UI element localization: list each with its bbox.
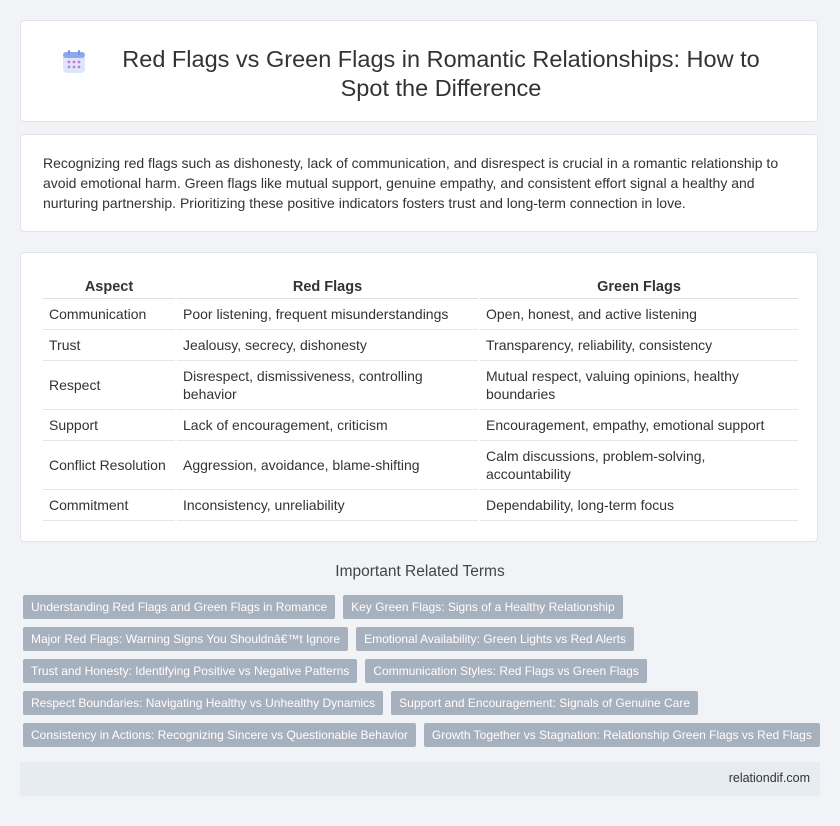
footer-site-link[interactable]: relationdif.com <box>729 771 810 785</box>
green-flag-cell: Transparency, reliability, consistency <box>478 329 798 361</box>
table-row: Respect Disrespect, dismissiveness, cont… <box>43 360 798 410</box>
header-green-flags: Green Flags <box>478 275 798 299</box>
header-aspect: Aspect <box>43 275 176 299</box>
table-row: Commitment Inconsistency, unreliability … <box>43 489 798 521</box>
footer: relationdif.com <box>20 762 820 796</box>
red-flag-cell: Jealousy, secrecy, dishonesty <box>175 329 479 361</box>
related-terms-list: Understanding Red Flags and Green Flags … <box>23 595 823 755</box>
table-row: Support Lack of encouragement, criticism… <box>43 409 798 441</box>
green-flag-cell: Open, honest, and active listening <box>478 298 798 330</box>
aspect-cell: Conflict Resolution <box>43 440 176 490</box>
table-row: Communication Poor listening, frequent m… <box>43 298 798 330</box>
aspect-cell: Commitment <box>43 489 176 521</box>
related-term-link[interactable]: Growth Together vs Stagnation: Relations… <box>423 723 820 747</box>
green-flag-cell: Encouragement, empathy, emotional suppor… <box>478 409 798 441</box>
related-term-link[interactable]: Respect Boundaries: Navigating Healthy v… <box>23 691 384 715</box>
related-term-link[interactable]: Understanding Red Flags and Green Flags … <box>23 595 336 619</box>
comparison-table: Aspect Red Flags Green Flags Communicati… <box>43 275 798 521</box>
table-row: Trust Jealousy, secrecy, dishonesty Tran… <box>43 329 798 361</box>
green-flag-cell: Dependability, long-term focus <box>478 489 798 521</box>
calendar-icon <box>63 50 85 73</box>
related-terms-title: Important Related Terms <box>335 563 505 580</box>
red-flag-cell: Inconsistency, unreliability <box>175 489 479 521</box>
related-term-link[interactable]: Support and Encouragement: Signals of Ge… <box>391 691 699 715</box>
comparison-card: Aspect Red Flags Green Flags Communicati… <box>20 252 818 542</box>
tag-row: Major Red Flags: Warning Signs You Shoul… <box>23 627 823 651</box>
green-flag-cell: Mutual respect, valuing opinions, health… <box>478 360 798 410</box>
related-term-link[interactable]: Trust and Honesty: Identifying Positive … <box>23 659 358 683</box>
red-flag-cell: Aggression, avoidance, blame-shifting <box>175 440 479 490</box>
green-flag-cell: Calm discussions, problem-solving, accou… <box>478 440 798 490</box>
red-flag-cell: Poor listening, frequent misunderstandin… <box>175 298 479 330</box>
aspect-cell: Communication <box>43 298 176 330</box>
tag-row: Respect Boundaries: Navigating Healthy v… <box>23 691 823 715</box>
red-flag-cell: Disrespect, dismissiveness, controlling … <box>175 360 479 410</box>
tag-row: Understanding Red Flags and Green Flags … <box>23 595 823 619</box>
related-term-link[interactable]: Consistency in Actions: Recognizing Sinc… <box>23 723 416 747</box>
related-term-link[interactable]: Communication Styles: Red Flags vs Green… <box>365 659 647 683</box>
aspect-cell: Respect <box>43 360 176 410</box>
related-term-link[interactable]: Key Green Flags: Signs of a Healthy Rela… <box>343 595 623 619</box>
related-term-link[interactable]: Major Red Flags: Warning Signs You Shoul… <box>23 627 349 651</box>
page-title: Red Flags vs Green Flags in Romantic Rel… <box>122 46 760 101</box>
tag-row: Consistency in Actions: Recognizing Sinc… <box>23 723 823 747</box>
intro-card: Recognizing red flags such as dishonesty… <box>20 134 818 232</box>
aspect-cell: Trust <box>43 329 176 361</box>
table-header-row: Aspect Red Flags Green Flags <box>43 275 798 299</box>
aspect-cell: Support <box>43 409 176 441</box>
red-flag-cell: Lack of encouragement, criticism <box>175 409 479 441</box>
intro-paragraph: Recognizing red flags such as dishonesty… <box>43 155 779 211</box>
tag-row: Trust and Honesty: Identifying Positive … <box>23 659 823 683</box>
header-card: Red Flags vs Green Flags in Romantic Rel… <box>20 20 818 122</box>
related-term-link[interactable]: Emotional Availability: Green Lights vs … <box>356 627 634 651</box>
table-row: Conflict Resolution Aggression, avoidanc… <box>43 440 798 490</box>
header-red-flags: Red Flags <box>175 275 479 299</box>
